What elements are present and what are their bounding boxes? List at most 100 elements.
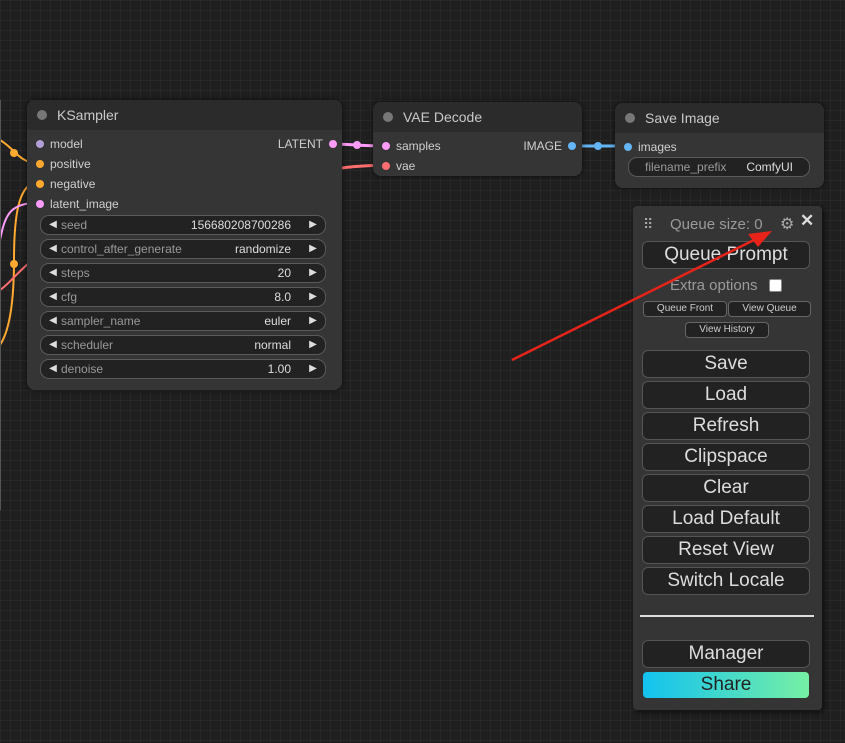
widget-name: control_after_generate (61, 242, 182, 256)
input-negative[interactable]: negative (32, 176, 95, 192)
wire-model (0, 139, 16, 153)
increment-arrow-icon[interactable]: ▶ (306, 312, 320, 330)
queue-prompt-button[interactable]: Queue Prompt (642, 241, 810, 269)
widget-name: cfg (61, 290, 78, 304)
input-latent-pin[interactable] (36, 200, 44, 208)
extra-options-label: Extra options (670, 277, 758, 294)
input-samples-pin[interactable] (382, 142, 390, 150)
ksampler-node[interactable]: KSampler model positive negative latent_… (27, 100, 342, 390)
decrement-arrow-icon[interactable]: ◀ (46, 288, 60, 306)
widget-sampler-name[interactable]: ◀ sampler_name euler ▶ (40, 311, 326, 331)
clear-button[interactable]: Clear (642, 474, 810, 502)
load-button[interactable]: Load (642, 381, 810, 409)
output-latent-pin[interactable] (329, 140, 337, 148)
increment-arrow-icon[interactable]: ▶ (306, 360, 320, 378)
refresh-button[interactable]: Refresh (642, 412, 810, 440)
input-images-pin[interactable] (624, 143, 632, 151)
decrement-arrow-icon[interactable]: ◀ (46, 360, 60, 378)
widget-name: filename_prefix (645, 160, 727, 174)
wire-vae-left (0, 261, 31, 291)
widget-filename-prefix[interactable]: filename_prefix ComfyUI (628, 157, 810, 177)
decrement-arrow-icon[interactable]: ◀ (46, 240, 60, 258)
save-button[interactable]: Save (642, 350, 810, 378)
wire-midpoint (353, 141, 361, 149)
save-image-title-bar[interactable]: Save Image (615, 103, 824, 133)
load-default-button[interactable]: Load Default (642, 505, 810, 533)
widget-scheduler[interactable]: ◀ scheduler normal ▶ (40, 335, 326, 355)
input-latent-image[interactable]: latent_image (32, 196, 119, 212)
widget-value: ComfyUI (746, 160, 793, 174)
queue-front-button[interactable]: Queue Front (643, 301, 727, 317)
manager-button[interactable]: Manager (642, 640, 810, 668)
vae-decode-node[interactable]: VAE Decode samples vae IMAGE (373, 102, 582, 176)
queue-size-label: Queue size: 0 (670, 216, 763, 233)
ksampler-title-bar[interactable]: KSampler (27, 100, 342, 130)
input-vae-label: vae (396, 159, 416, 173)
reset-view-button[interactable]: Reset View (642, 536, 810, 564)
widget-value: euler (264, 314, 291, 328)
ksampler-title: KSampler (57, 107, 119, 123)
decrement-arrow-icon[interactable]: ◀ (46, 312, 60, 330)
input-model-label: model (50, 137, 83, 151)
widget-name: seed (61, 218, 88, 232)
input-positive-label: positive (50, 157, 91, 171)
decrement-arrow-icon[interactable]: ◀ (46, 216, 60, 234)
view-history-button[interactable]: View History (685, 322, 769, 338)
clipspace-button[interactable]: Clipspace (642, 443, 810, 471)
input-samples-label: samples (396, 139, 441, 153)
widget-value: randomize (234, 242, 291, 256)
switch-locale-button[interactable]: Switch Locale (642, 567, 810, 595)
decrement-arrow-icon[interactable]: ◀ (46, 264, 60, 282)
input-model[interactable]: model (32, 136, 83, 152)
widget-value: 20 (277, 266, 291, 280)
collapse-dot-icon[interactable] (383, 112, 393, 122)
output-image-pin[interactable] (568, 142, 576, 150)
increment-arrow-icon[interactable]: ▶ (306, 288, 320, 306)
drag-handle-icon[interactable]: ⠿ (643, 216, 653, 233)
input-model-pin[interactable] (36, 140, 44, 148)
input-negative-pin[interactable] (36, 180, 44, 188)
save-image-title: Save Image (645, 110, 720, 126)
widget-name: denoise (61, 362, 104, 376)
input-vae-pin[interactable] (382, 162, 390, 170)
input-negative-label: negative (50, 177, 96, 191)
widget-control-after-generate[interactable]: ◀ control_after_generate randomize ▶ (40, 239, 326, 259)
increment-arrow-icon[interactable]: ▶ (306, 240, 320, 258)
reroute-dot (10, 260, 18, 268)
collapse-dot-icon[interactable] (625, 113, 635, 123)
extra-options-checkbox[interactable] (769, 279, 782, 292)
close-icon[interactable]: ✕ (800, 211, 814, 231)
widget-cfg[interactable]: ◀ cfg 8.0 ▶ (40, 287, 326, 307)
widget-denoise[interactable]: ◀ denoise 1.00 ▶ (40, 359, 326, 379)
output-image-label: IMAGE (523, 139, 562, 153)
input-positive[interactable]: positive (32, 156, 91, 172)
widget-value: normal (254, 338, 291, 352)
widget-seed[interactable]: ◀ seed 156680208700286 ▶ (40, 215, 326, 235)
output-latent[interactable]: LATENT (278, 136, 339, 152)
output-image[interactable]: IMAGE (523, 138, 578, 154)
increment-arrow-icon[interactable]: ▶ (306, 216, 320, 234)
vae-decode-title: VAE Decode (403, 109, 483, 125)
reroute-dot (10, 149, 18, 157)
widget-steps[interactable]: ◀ steps 20 ▶ (40, 263, 326, 283)
gear-icon[interactable]: ⚙ (780, 214, 794, 234)
widget-value: 8.0 (274, 290, 291, 304)
input-positive-pin[interactable] (36, 160, 44, 168)
queue-menu-panel: ⠿ Queue size: 0 ⚙ ✕ Queue Prompt Extra o… (633, 206, 822, 710)
decrement-arrow-icon[interactable]: ◀ (46, 336, 60, 354)
input-images[interactable]: images (620, 139, 677, 155)
widget-name: scheduler (61, 338, 114, 352)
increment-arrow-icon[interactable]: ▶ (306, 264, 320, 282)
input-vae[interactable]: vae (378, 158, 415, 174)
menu-divider (640, 615, 814, 617)
vae-decode-title-bar[interactable]: VAE Decode (373, 102, 582, 132)
input-samples[interactable]: samples (378, 138, 441, 154)
input-images-label: images (638, 140, 677, 154)
share-button[interactable]: Share (643, 672, 809, 698)
view-queue-button[interactable]: View Queue (728, 301, 811, 317)
widget-name: steps (61, 266, 90, 280)
increment-arrow-icon[interactable]: ▶ (306, 336, 320, 354)
wire-midpoint (594, 142, 602, 150)
save-image-node[interactable]: Save Image images filename_prefix ComfyU… (615, 103, 824, 188)
collapse-dot-icon[interactable] (37, 110, 47, 120)
